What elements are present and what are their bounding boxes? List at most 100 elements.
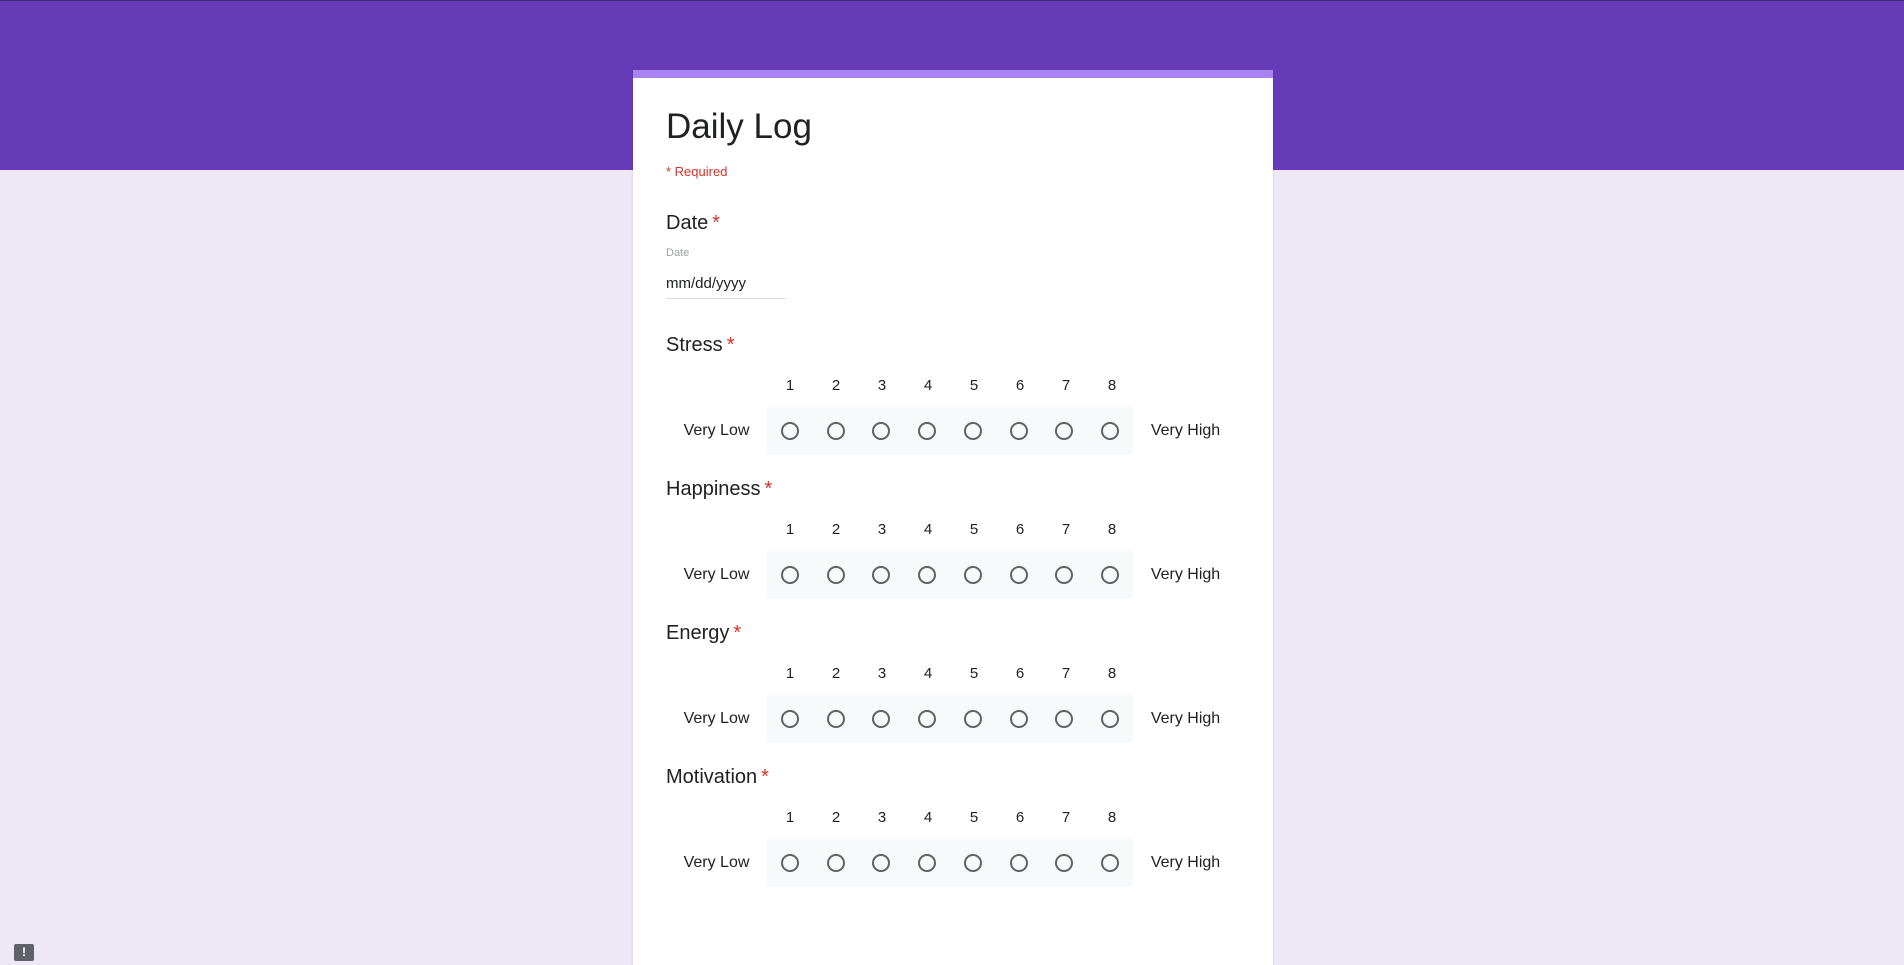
radio-button[interactable] — [1009, 566, 1028, 584]
scale-option-3[interactable] — [859, 854, 905, 872]
radio-button[interactable] — [1055, 710, 1074, 728]
question-energy: Energy * 1 2 3 4 5 6 7 8 Very Low Very High — [666, 623, 1240, 761]
scale-option-7[interactable] — [1042, 854, 1088, 872]
scale-option-3[interactable] — [859, 422, 905, 440]
question-title: Motivation * — [666, 767, 1240, 787]
scale-option-2[interactable] — [813, 710, 859, 728]
radio-button[interactable] — [918, 422, 937, 440]
scale-options — [767, 695, 1133, 743]
scale-row: Very Low Very High — [666, 551, 1238, 599]
accent-strip — [633, 70, 1273, 78]
radio-button[interactable] — [826, 566, 845, 584]
required-star: * — [761, 766, 769, 788]
question-title: Energy * — [666, 623, 1240, 643]
radio-button[interactable] — [872, 566, 891, 584]
scale-option-6[interactable] — [996, 566, 1042, 584]
radio-button[interactable] — [1009, 422, 1028, 440]
radio-button[interactable] — [1101, 710, 1120, 728]
radio-button[interactable] — [1101, 854, 1120, 872]
radio-button[interactable] — [780, 422, 799, 440]
date-input[interactable] — [666, 271, 786, 299]
radio-button[interactable] — [963, 566, 982, 584]
question-stress: Stress * 1 2 3 4 5 6 7 8 Very Low Very High — [666, 335, 1240, 473]
scale-option-2[interactable] — [813, 566, 859, 584]
scale-high-label: Very High — [1150, 422, 1221, 439]
scale-number: 5 — [969, 521, 979, 538]
radio-button[interactable] — [826, 710, 845, 728]
scale-number: 3 — [877, 377, 887, 394]
scale-number: 3 — [877, 521, 887, 538]
scale-number: 1 — [785, 521, 795, 538]
scale-option-8[interactable] — [1087, 566, 1133, 584]
scale-option-4[interactable] — [904, 566, 950, 584]
scale-option-6[interactable] — [996, 710, 1042, 728]
scale-number: 6 — [1015, 521, 1025, 538]
scale-option-2[interactable] — [813, 854, 859, 872]
radio-button[interactable] — [918, 854, 937, 872]
radio-button[interactable] — [1101, 422, 1120, 440]
scale-numbers: 1 2 3 4 5 6 7 8 — [767, 809, 1135, 826]
scale-option-1[interactable] — [767, 710, 813, 728]
question-title-text: Happiness — [666, 478, 761, 500]
radio-button[interactable] — [1055, 566, 1074, 584]
scale-number: 6 — [1015, 377, 1025, 394]
scale-option-6[interactable] — [996, 422, 1042, 440]
radio-button[interactable] — [826, 854, 845, 872]
scale-option-8[interactable] — [1087, 710, 1133, 728]
radio-button[interactable] — [1055, 422, 1074, 440]
scale-option-6[interactable] — [996, 854, 1042, 872]
scale-option-3[interactable] — [859, 566, 905, 584]
scale-option-3[interactable] — [859, 710, 905, 728]
scale-number: 2 — [831, 809, 841, 826]
radio-button[interactable] — [918, 710, 937, 728]
radio-button[interactable] — [918, 566, 937, 584]
radio-button[interactable] — [963, 710, 982, 728]
scale-option-1[interactable] — [767, 422, 813, 440]
scale-option-4[interactable] — [904, 854, 950, 872]
scale-option-5[interactable] — [950, 854, 996, 872]
radio-button[interactable] — [872, 854, 891, 872]
scale-option-7[interactable] — [1042, 710, 1088, 728]
radio-button[interactable] — [1101, 566, 1120, 584]
scale-option-4[interactable] — [904, 422, 950, 440]
question-title-text: Motivation — [666, 766, 758, 788]
required-note: * Required — [666, 164, 728, 179]
radio-button[interactable] — [963, 854, 982, 872]
scale-row: Very Low Very High — [666, 695, 1238, 743]
scale-option-5[interactable] — [950, 710, 996, 728]
scale-options — [767, 551, 1133, 599]
scale-option-2[interactable] — [813, 422, 859, 440]
scale-option-8[interactable] — [1087, 422, 1133, 440]
radio-button[interactable] — [1009, 854, 1028, 872]
scale-option-1[interactable] — [767, 854, 813, 872]
scale-option-5[interactable] — [950, 566, 996, 584]
radio-button[interactable] — [963, 422, 982, 440]
scale-numbers: 1 2 3 4 5 6 7 8 — [767, 521, 1135, 538]
radio-button[interactable] — [780, 710, 799, 728]
scale-option-4[interactable] — [904, 710, 950, 728]
scale-option-7[interactable] — [1042, 422, 1088, 440]
scale-option-8[interactable] — [1087, 854, 1133, 872]
scale-number: 5 — [969, 809, 979, 826]
radio-button[interactable] — [780, 566, 799, 584]
question-title-text: Stress — [666, 334, 723, 356]
scale-low-label: Very Low — [683, 422, 750, 439]
scale-number: 8 — [1107, 809, 1117, 826]
radio-button[interactable] — [1055, 854, 1074, 872]
scale-option-1[interactable] — [767, 566, 813, 584]
required-star: * — [712, 212, 721, 234]
scale-number: 7 — [1061, 809, 1071, 826]
scale-number: 1 — [785, 809, 795, 826]
scale-number: 5 — [969, 377, 979, 394]
scale-number: 2 — [831, 665, 841, 682]
radio-button[interactable] — [872, 710, 891, 728]
scale-option-7[interactable] — [1042, 566, 1088, 584]
radio-button[interactable] — [872, 422, 891, 440]
scale-high-label: Very High — [1150, 710, 1221, 727]
feedback-icon[interactable]: ! — [14, 944, 34, 961]
linear-scale: 1 2 3 4 5 6 7 8 Very Low Very High — [666, 795, 1240, 905]
scale-option-5[interactable] — [950, 422, 996, 440]
radio-button[interactable] — [1009, 710, 1028, 728]
radio-button[interactable] — [826, 422, 845, 440]
radio-button[interactable] — [780, 854, 799, 872]
